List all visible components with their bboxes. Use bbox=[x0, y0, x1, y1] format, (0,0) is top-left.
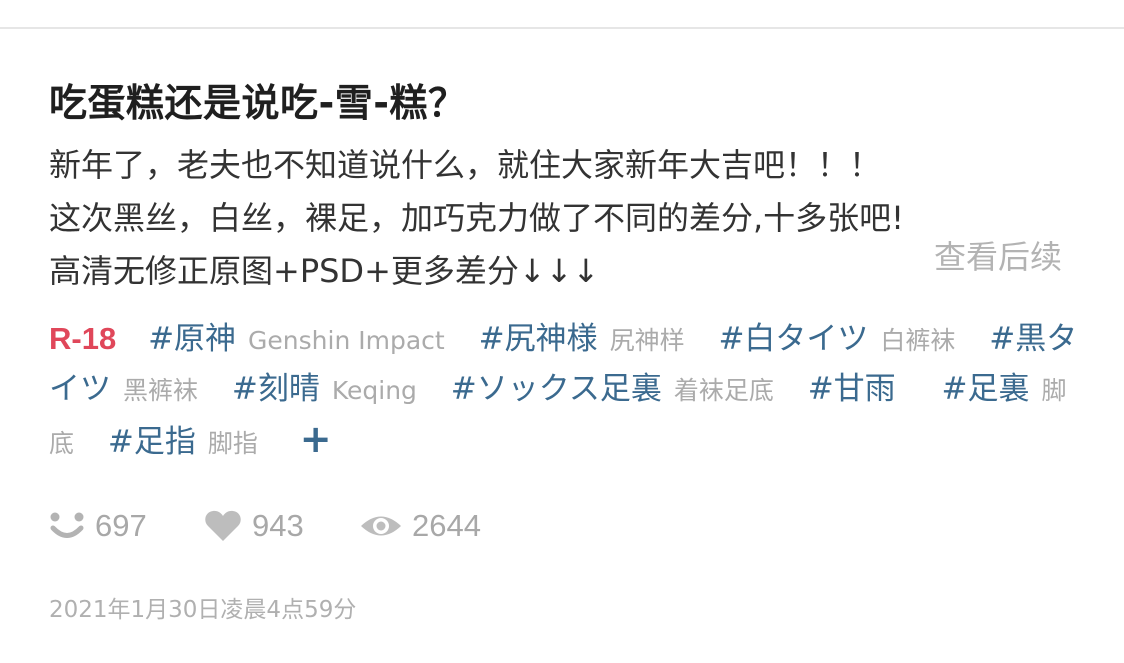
heart-icon bbox=[205, 510, 241, 541]
comments-count: 697 bbox=[95, 508, 147, 543]
rating-badge[interactable]: R-18 bbox=[49, 321, 116, 356]
description-line: 高清无修正原图+PSD+更多差分↓↓↓ bbox=[49, 252, 600, 290]
tag-link[interactable]: #刻晴 bbox=[232, 371, 320, 407]
tag-link[interactable]: #原神 bbox=[148, 321, 236, 357]
tag-translation: Keqing bbox=[331, 376, 417, 405]
tag-link[interactable]: #足裏 bbox=[942, 371, 1030, 407]
tag-translation: 着袜足底 bbox=[673, 376, 774, 405]
description-line: 这次黑丝，白丝，裸足，加巧克力做了不同的差分,十多张吧! bbox=[49, 199, 905, 237]
smiley-face-icon bbox=[50, 512, 84, 538]
description-line: 新年了，老夫也不知道说什么，就住大家新年大吉吧！！！ bbox=[49, 146, 882, 184]
eye-icon bbox=[361, 516, 401, 536]
tag-translation: 黑裤袜 bbox=[123, 376, 199, 405]
post-title: 吃蛋糕还是说吃-雪-糕？ bbox=[49, 81, 467, 125]
comments-stat[interactable]: 697 bbox=[49, 504, 147, 548]
tag-translation: 尻神样 bbox=[609, 326, 685, 355]
tag-translation: 白裤袜 bbox=[880, 326, 956, 355]
tag-link[interactable]: #尻神様 bbox=[479, 321, 598, 357]
views-count: 2644 bbox=[412, 508, 481, 543]
tag-link[interactable]: #ソックス足裏 bbox=[451, 371, 662, 407]
tag-translation: Genshin Impact bbox=[248, 326, 445, 355]
tag-link[interactable]: #足指 bbox=[108, 424, 196, 460]
add-tag-button[interactable]: + bbox=[300, 417, 332, 461]
views-stat: 2644 bbox=[360, 504, 481, 548]
likes-stat[interactable]: 943 bbox=[204, 504, 304, 548]
tag-link[interactable]: #甘雨 bbox=[808, 371, 896, 407]
top-divider bbox=[0, 27, 1124, 29]
post-datetime: 2021年1月30日凌晨4点59分 bbox=[49, 597, 357, 623]
likes-count: 943 bbox=[252, 508, 304, 543]
tag-link[interactable]: #白タイツ bbox=[718, 321, 868, 357]
tag-translation: 脚指 bbox=[207, 429, 258, 458]
tag-list: R-18 #原神 Genshin Impact #尻神様 尻神样 #白タイツ 白裤袜 … bbox=[49, 315, 1089, 468]
read-more-link[interactable]: 查看后续 bbox=[934, 232, 1062, 278]
post-description: 新年了，老夫也不知道说什么，就住大家新年大吉吧！！！ 这次黑丝，白丝，裸足，加巧… bbox=[49, 139, 1079, 298]
